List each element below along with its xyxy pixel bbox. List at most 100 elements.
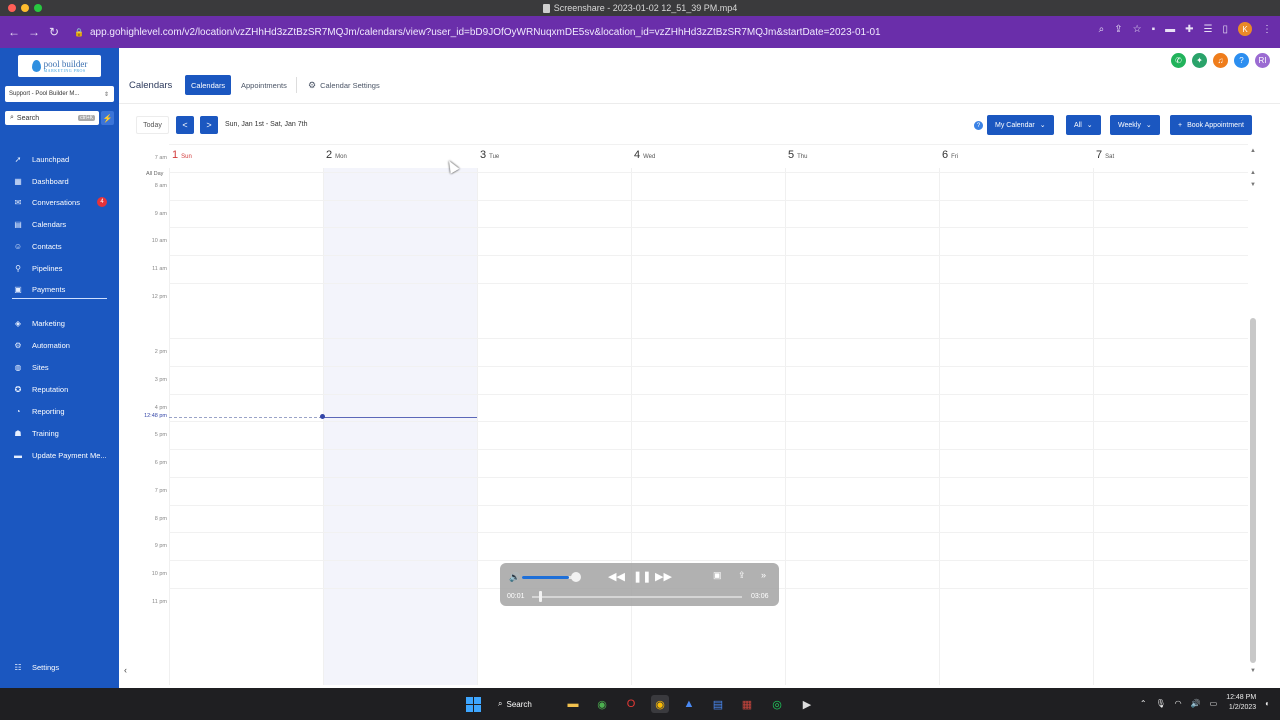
media-app-icon[interactable]: ▦ <box>738 695 756 713</box>
opera-icon[interactable]: O <box>622 695 640 713</box>
company-logo[interactable]: pool builder MARKETING PROS <box>18 55 101 77</box>
lightning-icon[interactable]: ⚡ <box>101 111 114 125</box>
day-header-wed[interactable]: 4 Wed <box>634 149 655 163</box>
more-options-icon[interactable]: ⋮ <box>1262 24 1272 35</box>
clock-date: 1/2/2023 <box>1228 704 1257 711</box>
sidebar-item-automation[interactable]: ⚙ Automation <box>0 336 119 354</box>
scrollbar-thumb[interactable] <box>1250 318 1256 663</box>
playhead[interactable] <box>539 591 542 602</box>
day-header-fri[interactable]: 6 Fri <box>942 149 958 163</box>
filter-dropdown[interactable]: All ⌄ <box>1066 115 1101 135</box>
day-number: 7 <box>1096 149 1103 161</box>
microphone-icon[interactable]: 🎙 <box>1156 699 1166 708</box>
view-dropdown[interactable]: Weekly ⌄ <box>1110 115 1160 135</box>
app-icon[interactable]: ▲ <box>680 695 698 713</box>
collapse-sidebar-icon[interactable]: ‹ <box>124 665 127 675</box>
progress-bar[interactable] <box>532 596 742 598</box>
info-icon[interactable]: ? <box>974 121 983 130</box>
sidebar-item-payments[interactable]: ▣ Payments <box>0 280 119 298</box>
sidebar-item-sites[interactable]: ◍ Sites <box>0 358 119 376</box>
extension-icon[interactable]: ▬ <box>1165 24 1175 35</box>
side-panel-icon[interactable]: ▯ <box>1222 24 1228 35</box>
sidebar-item-dashboard[interactable]: ▦ Dashboard <box>0 172 119 190</box>
scroll-up-arrow[interactable]: ▲ <box>1250 148 1256 154</box>
system-clock[interactable]: 12:48 PM 1/2/2023 <box>1226 693 1256 713</box>
day-header-tue[interactable]: 3 Tue <box>480 149 499 163</box>
tab-appointments[interactable]: Appointments <box>235 75 293 95</box>
previous-week-button[interactable]: < <box>176 116 194 134</box>
sidebar-item-reputation[interactable]: ✪ Reputation <box>0 380 119 398</box>
tab-calendar-settings[interactable]: ⚙ Calendar Settings <box>302 75 386 95</box>
day-header-sat[interactable]: 7 Sat <box>1096 149 1114 163</box>
sidebar-item-settings[interactable]: ☷ Settings <box>0 658 119 676</box>
scroll-down-arrow[interactable]: ▼ <box>1250 182 1256 188</box>
document-icon <box>542 3 550 13</box>
forward-icon[interactable]: → <box>24 22 44 42</box>
sidebar-item-update[interactable]: ▬ Update Payment Me... <box>0 446 119 464</box>
sidebar-item-contacts[interactable]: ☺ Contacts <box>0 237 119 255</box>
fast-forward-icon[interactable]: ▶▶ <box>655 570 672 583</box>
share-icon[interactable]: ⇪ <box>1114 24 1122 35</box>
rewind-icon[interactable]: ◀◀ <box>608 570 625 583</box>
close-window-button[interactable] <box>8 4 16 12</box>
address-bar[interactable]: 🔒 app.gohighlevel.com/v2/location/vzZHhHd… <box>74 27 881 38</box>
today-button[interactable]: Today <box>136 116 169 134</box>
reading-list-icon[interactable]: ☰ <box>1204 24 1213 35</box>
scroll-down-arrow[interactable]: ▼ <box>1250 668 1256 674</box>
speaker-icon[interactable]: 🔊 <box>509 572 520 583</box>
volume-icon[interactable]: 🔊 <box>1191 699 1201 708</box>
my-calendar-dropdown[interactable]: My Calendar ⌄ <box>987 115 1054 135</box>
sidebar-item-training[interactable]: ☗ Training <box>0 424 119 442</box>
windows-start-icon[interactable] <box>464 695 482 713</box>
help-icon[interactable]: ? <box>1234 53 1249 68</box>
zoom-icon[interactable]: ⌕ <box>1099 24 1105 35</box>
tab-calendars[interactable]: Calendars <box>185 75 232 95</box>
phone-icon[interactable]: ✆ <box>1171 53 1186 68</box>
battery-icon[interactable]: ▭ <box>1210 699 1218 708</box>
chrome-active-icon[interactable]: ◉ <box>651 695 669 713</box>
file-explorer-icon[interactable]: ▬ <box>564 695 582 713</box>
zoom-window-button[interactable] <box>34 4 42 12</box>
sidebar-item-conversations[interactable]: ✉ Conversations 4 <box>0 193 119 211</box>
sidebar-item-launchpad[interactable]: ➚ Launchpad <box>0 150 119 168</box>
minimize-window-button[interactable] <box>21 4 29 12</box>
share-icon[interactable]: ⇪ <box>738 570 746 581</box>
taskbar-search[interactable]: ⌕ Search <box>498 695 548 713</box>
chrome-icon[interactable]: ◉ <box>593 695 611 713</box>
profile-avatar[interactable]: K <box>1238 22 1252 36</box>
day-header-thu[interactable]: 5 Thu <box>788 149 807 163</box>
puzzle-icon[interactable]: ✚ <box>1185 24 1193 35</box>
extension-icon[interactable]: ▪ <box>1152 24 1156 35</box>
picture-in-picture-icon[interactable]: ▣ <box>713 570 722 581</box>
sidebar-search[interactable]: ⌕ Search ctrl+K <box>5 111 99 125</box>
media-player-icon[interactable]: ▶ <box>798 695 816 713</box>
scroll-up-arrow[interactable]: ▲ <box>1250 170 1256 176</box>
back-icon[interactable]: ← <box>4 22 24 42</box>
sidebar-item-reporting[interactable]: ◔ Reporting <box>0 402 119 420</box>
volume-knob[interactable] <box>571 572 581 582</box>
next-week-button[interactable]: > <box>200 116 218 134</box>
user-avatar[interactable]: RI <box>1255 53 1270 68</box>
sidebar-item-marketing[interactable]: ◈ Marketing <box>0 314 119 332</box>
sidebar-item-pipelines[interactable]: ⚲ Pipelines <box>0 259 119 277</box>
spotify-icon[interactable]: ◎ <box>768 695 786 713</box>
bookmark-star-icon[interactable]: ☆ <box>1133 24 1142 35</box>
notification-bell-icon[interactable]: ♫ <box>1213 53 1228 68</box>
reload-icon[interactable]: ↻ <box>44 22 64 42</box>
notification-icon[interactable]: ◐ <box>1265 699 1270 708</box>
day-number: 4 <box>634 149 641 161</box>
sidebar-item-calendars[interactable]: ▤ Calendars <box>0 215 119 233</box>
hour-label: 11 pm <box>152 599 167 605</box>
account-switcher[interactable]: Support - Pool Builder M... ⇕ <box>5 86 114 102</box>
megaphone-icon[interactable]: ✦ <box>1192 53 1207 68</box>
tab-label: Calendar Settings <box>320 80 380 90</box>
day-header-mon[interactable]: 2 Mon <box>326 149 347 163</box>
chevron-up-icon[interactable]: ⌃ <box>1140 699 1147 708</box>
volume-slider[interactable] <box>522 576 577 579</box>
day-header-sun[interactable]: 1 Sun <box>172 149 192 163</box>
document-app-icon[interactable]: ▤ <box>709 695 727 713</box>
wifi-icon[interactable]: ◠ <box>1175 699 1182 708</box>
book-appointment-button[interactable]: + Book Appointment <box>1170 115 1252 135</box>
more-icon[interactable]: » <box>761 570 766 580</box>
pause-icon[interactable]: ❚❚ <box>633 570 651 583</box>
